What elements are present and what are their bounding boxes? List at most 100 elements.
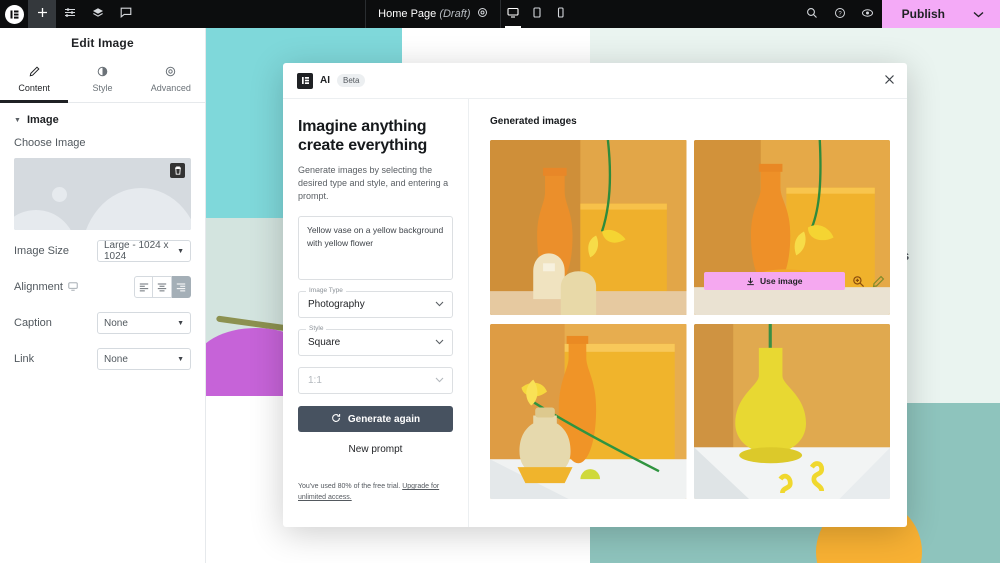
structure-icon <box>64 7 76 21</box>
alignment-segmented-control <box>134 276 191 298</box>
device-switcher <box>501 0 573 28</box>
tab-advanced[interactable]: Advanced <box>137 58 205 102</box>
refresh-icon <box>331 413 341 426</box>
chevron-down-icon: ▼ <box>177 319 184 327</box>
elementor-logo-button[interactable] <box>0 0 28 28</box>
top-bar-right-group: ? Publish <box>798 0 1000 28</box>
section-image-header[interactable]: ▼ Image <box>0 103 205 135</box>
align-center[interactable] <box>153 276 172 298</box>
caption-value: None <box>104 317 128 329</box>
desktop-icon[interactable] <box>68 281 78 293</box>
modal-body: Imagine anything create everything Gener… <box>283 99 907 527</box>
modal-subtitle: Generate images by selecting the desired… <box>298 165 449 201</box>
mobile-icon <box>556 7 565 21</box>
panel-tabs: Content Style Advanced <box>0 58 205 103</box>
close-icon[interactable] <box>884 73 895 88</box>
notes-button[interactable] <box>112 0 140 28</box>
link-select[interactable]: None ▼ <box>97 348 191 370</box>
generated-image-1[interactable] <box>490 140 687 315</box>
choose-image-label: Choose Image <box>14 137 86 149</box>
publish-button[interactable]: Publish <box>881 0 1000 28</box>
section-image-title: Image <box>26 114 59 126</box>
add-element-button[interactable] <box>28 0 56 28</box>
generated-images-grid: Use image <box>490 140 890 499</box>
use-image-button[interactable]: Use image <box>703 272 845 290</box>
aspect-ratio-select[interactable]: 1:1 <box>298 367 453 394</box>
caption-label: Caption <box>14 317 52 329</box>
eye-icon <box>861 7 874 22</box>
chevron-down-icon: ▼ <box>177 355 184 363</box>
align-right[interactable] <box>172 276 191 298</box>
chevron-down-icon <box>435 300 444 309</box>
image-type-select[interactable]: Image Type Photography <box>298 287 453 318</box>
question-circle-icon: ? <box>834 7 846 22</box>
pencil-icon <box>0 66 68 78</box>
download-icon <box>746 277 755 286</box>
gear-icon <box>137 66 205 78</box>
trial-notice-text: You've used 80% of the free trial. <box>298 483 403 490</box>
generate-again-button[interactable]: Generate again <box>298 406 453 432</box>
page-name: Home Page (Draft) <box>378 8 470 20</box>
preview-button[interactable] <box>854 0 882 28</box>
tablet-icon <box>532 7 542 21</box>
style-value: Square <box>308 337 341 348</box>
site-settings-button[interactable] <box>84 0 112 28</box>
use-image-label: Use image <box>759 276 803 286</box>
navigator-button[interactable] <box>56 0 84 28</box>
image-placeholder-sun <box>52 187 67 202</box>
modal-title-line-1: Imagine anything <box>298 118 427 135</box>
tab-advanced-label: Advanced <box>150 83 191 93</box>
modal-title: Imagine anything create everything <box>298 117 453 155</box>
beta-badge: Beta <box>337 74 366 87</box>
alignment-label-group: Alignment <box>14 281 78 293</box>
control-link: Link None ▼ <box>0 344 205 374</box>
modal-form-column: Imagine anything create everything Gener… <box>283 99 469 527</box>
top-bar-left-group <box>0 0 140 28</box>
trash-icon[interactable] <box>170 163 185 178</box>
chevron-down-icon[interactable] <box>973 7 984 21</box>
search-button[interactable] <box>798 0 826 28</box>
image-size-label: Image Size <box>14 245 70 257</box>
gear-icon[interactable] <box>477 7 488 21</box>
image-size-select[interactable]: Large - 1024 x 1024 ▼ <box>97 240 191 262</box>
image-preview-dropzone[interactable] <box>14 158 191 230</box>
image-size-value: Large - 1024 x 1024 <box>104 240 169 262</box>
image-placeholder-hill-right <box>81 188 191 230</box>
modal-brand-label: AI <box>320 75 330 86</box>
align-left[interactable] <box>134 276 153 298</box>
aspect-ratio-value: 1:1 <box>308 375 322 386</box>
image-type-value: Photography <box>308 299 365 310</box>
generated-image-4[interactable] <box>693 324 890 499</box>
generated-image-3[interactable] <box>490 324 687 499</box>
top-bar: Home Page (Draft) ? Publish <box>0 0 1000 28</box>
generated-image-2[interactable]: Use image <box>693 140 890 315</box>
style-select[interactable]: Style Square <box>298 325 453 356</box>
caption-select[interactable]: None ▼ <box>97 312 191 334</box>
edit-pen-icon[interactable] <box>872 275 885 288</box>
device-mobile[interactable] <box>549 0 573 28</box>
alignment-label: Alignment <box>14 281 63 293</box>
new-prompt-link[interactable]: New prompt <box>298 444 453 455</box>
link-label: Link <box>14 353 35 365</box>
comment-icon <box>120 7 132 21</box>
style-legend: Style <box>306 325 327 332</box>
help-button[interactable]: ? <box>826 0 854 28</box>
link-value: None <box>104 353 128 365</box>
modal-header: AI Beta <box>283 63 907 99</box>
page-indicator: Home Page (Draft) <box>365 0 501 28</box>
page-name-text: Home Page <box>378 8 437 20</box>
ai-image-generator-modal: AI Beta Imagine anything create everythi… <box>283 63 907 527</box>
editor-panel: Edit Image Content Style Advanced ▼ Imag… <box>0 28 206 563</box>
page-title: Edit Image <box>71 36 134 50</box>
device-desktop[interactable] <box>501 0 525 28</box>
prompt-input[interactable]: Yellow vase on a yellow background with … <box>298 216 453 280</box>
generated-images-title: Generated images <box>490 116 577 127</box>
device-tablet[interactable] <box>525 0 549 28</box>
page-status-text: (Draft) <box>439 8 471 20</box>
tab-style-label: Style <box>92 83 113 93</box>
tab-style[interactable]: Style <box>68 58 136 102</box>
chevron-down-icon <box>435 376 444 385</box>
zoom-in-icon[interactable] <box>852 275 865 288</box>
tab-content[interactable]: Content <box>0 58 69 103</box>
caret-down-icon: ▼ <box>14 116 21 124</box>
